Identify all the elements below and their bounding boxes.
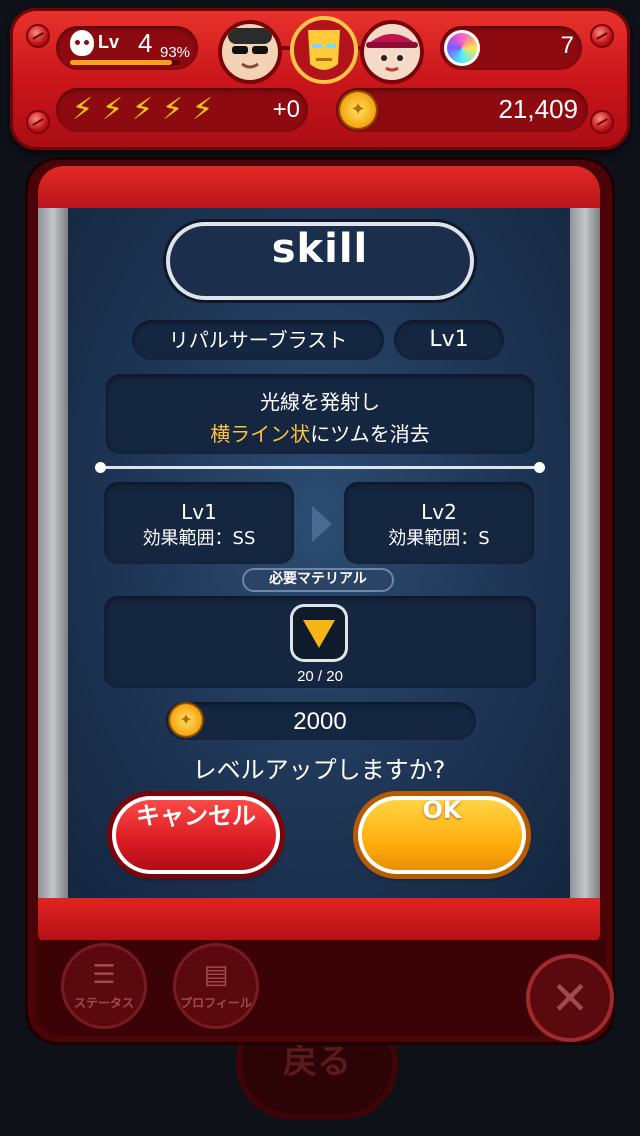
bolt-icon: ⚡ [162, 92, 184, 127]
coin-count: 21,409 [498, 94, 578, 124]
confirm-question: レベルアップしますか? [192, 756, 446, 784]
level-value: 4 [138, 28, 153, 58]
next-level: Lv2 [421, 500, 457, 524]
next-effect: 効果範囲：S [388, 528, 490, 549]
player-icon [70, 30, 94, 56]
rivet-decoration [592, 26, 612, 46]
description-highlight: 横ライン状 [210, 422, 311, 446]
close-icon[interactable]: ✕ [530, 958, 610, 1038]
description-line-2: 横ライン状にツムを消去 [106, 418, 534, 447]
level-progress-text: 93% [160, 44, 191, 61]
status-label: ステータス [73, 996, 134, 1010]
dialog-header-bar [38, 166, 600, 212]
gem-icon [444, 30, 480, 66]
bolt-icon: ⚡ [102, 92, 124, 127]
skill-level: Lv1 [394, 320, 504, 360]
level-progress-bar [70, 60, 180, 65]
avatar-carmen[interactable] [360, 20, 424, 84]
skill-name: リパルサーブラスト [132, 320, 384, 360]
cancel-button[interactable]: キャンセル [112, 796, 280, 874]
profile-label: プロフィール [180, 996, 252, 1010]
status-icon: ☰ [92, 960, 116, 990]
bolt-icon: ⚡ [132, 92, 154, 127]
cost-value: 2000 [293, 708, 347, 735]
material-gem-icon [303, 620, 335, 648]
bolt-icon: ⚡ [72, 92, 94, 127]
divider [100, 466, 540, 469]
status-button[interactable]: ☰ ステータス [64, 946, 144, 1026]
ok-button[interactable]: OK [358, 796, 526, 874]
current-level-box: Lv1 効果範囲：SS [104, 482, 294, 564]
next-level-box: Lv2 効果範囲：S [344, 482, 534, 564]
arrow-right-icon [312, 506, 332, 542]
bolt-icon: ⚡ [192, 92, 214, 127]
current-level: Lv1 [181, 500, 217, 524]
description-line-1: 光線を発射し [260, 390, 380, 414]
current-effect: 効果範囲：SS [142, 528, 256, 549]
dialog-footer-bar [38, 898, 600, 942]
profile-icon: ▤ [203, 960, 229, 990]
dialog-rail-left [38, 208, 68, 902]
dialog-rail-right [570, 208, 600, 902]
level-label: Lv [98, 32, 120, 52]
description-rest: にツムを消去 [310, 422, 430, 446]
dialog-title: skill [170, 226, 470, 296]
divider-dot [95, 462, 106, 473]
coin-icon: ✦ [340, 92, 376, 128]
material-label: 必要マテリアル [242, 568, 394, 592]
coin-icon: ✦ [170, 704, 202, 736]
rivet-decoration [28, 26, 48, 46]
material-count: 20 / 20 [297, 668, 343, 685]
divider-dot [534, 462, 545, 473]
gem-count: 7 [560, 32, 574, 59]
rivet-decoration [592, 112, 612, 132]
avatar-ironman[interactable] [290, 16, 358, 84]
level-progress-fill [70, 60, 173, 65]
energy-bonus: +0 [272, 96, 300, 123]
profile-button[interactable]: ▤ プロフィール [176, 946, 256, 1026]
avatar-agent[interactable] [218, 20, 282, 84]
rivet-decoration [28, 112, 48, 132]
